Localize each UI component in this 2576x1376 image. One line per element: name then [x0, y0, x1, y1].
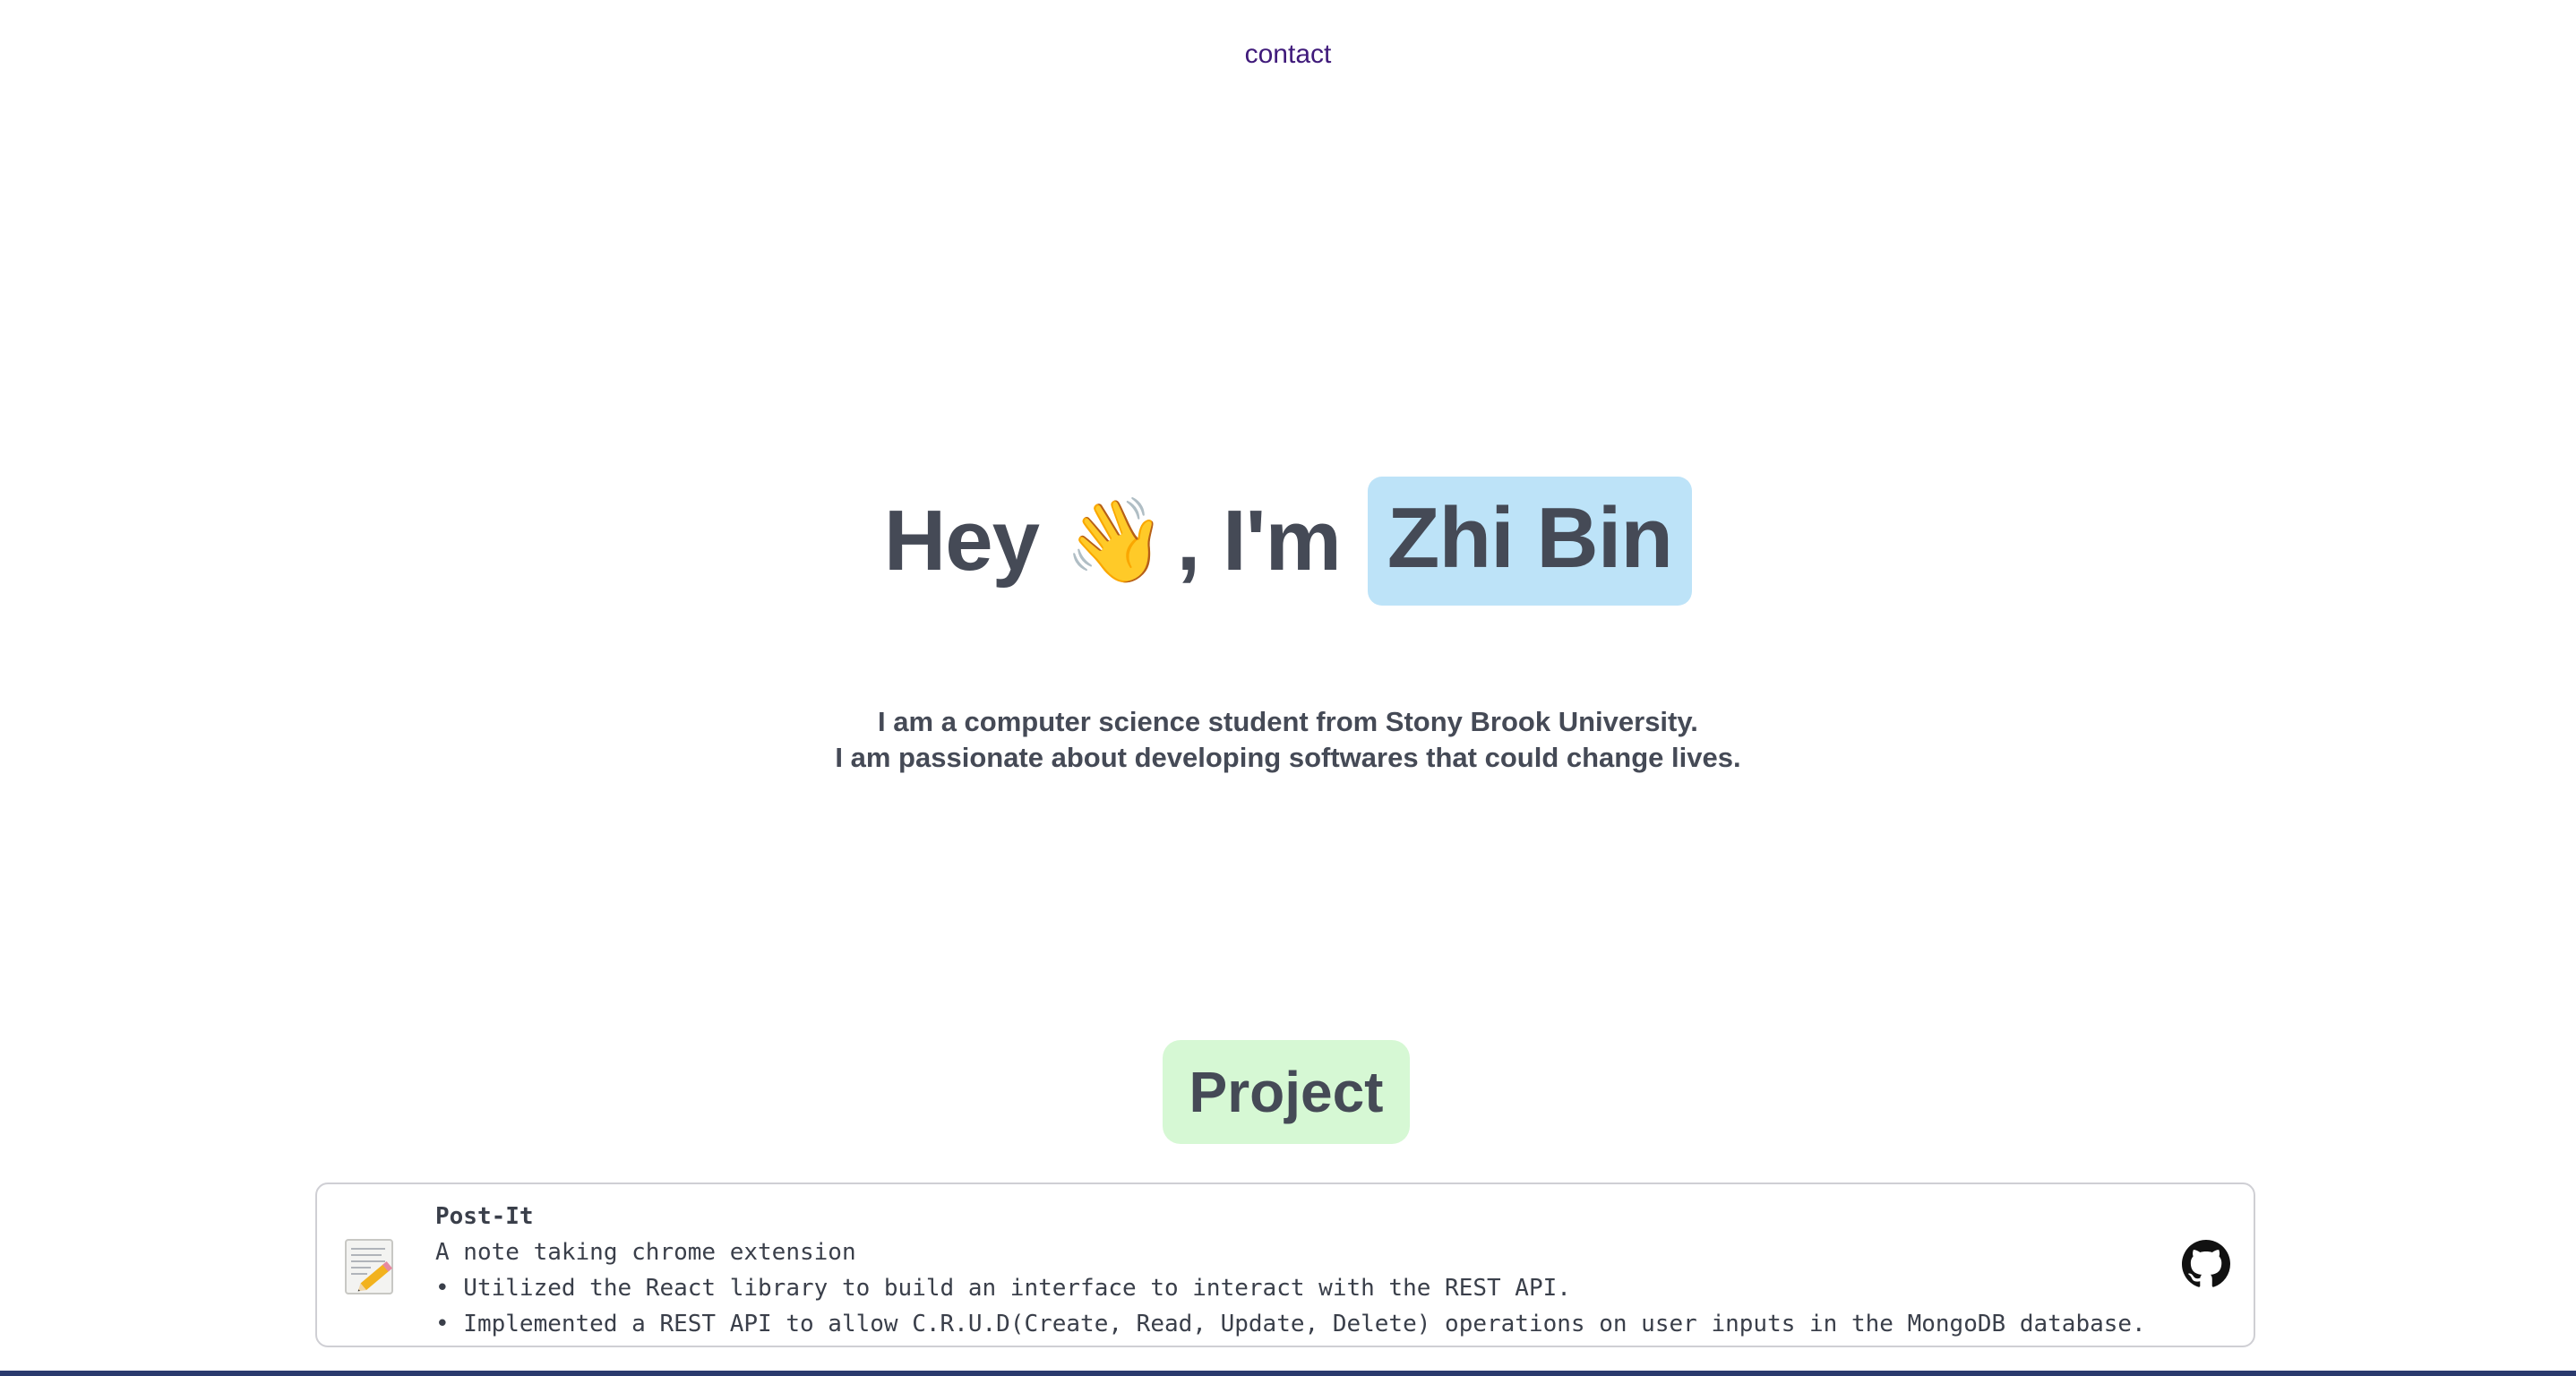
- notepad-pencil-icon: [345, 1239, 393, 1294]
- bio-line-1: I am a computer science student from Sto…: [878, 706, 1698, 737]
- contact-link[interactable]: contact: [0, 39, 2576, 70]
- hero-intro: , I'm: [1176, 493, 1342, 589]
- project-description: A note taking chrome extension: [435, 1239, 856, 1266]
- bottom-edge-bar: [0, 1371, 2576, 1376]
- hero-greeting: Hey: [883, 493, 1040, 589]
- project-card: Post-It A note taking chrome extension • U…: [315, 1182, 2255, 1347]
- waving-hand-icon: 👋: [1064, 494, 1167, 587]
- project-name: Post-It: [435, 1203, 534, 1230]
- project-bullet-1: • Utilized the React library to build an…: [435, 1275, 1571, 1302]
- portfolio-page: contact Hey 👋 , I'm Zhi Bin I am a compu…: [0, 0, 2576, 1376]
- hero-name: Zhi Bin: [1367, 477, 1693, 606]
- project-bullet-2: • Implemented a REST API to allow C.R.U.…: [435, 1311, 2146, 1337]
- project-details: Post-It A note taking chrome extension • U…: [435, 1199, 2146, 1342]
- github-icon[interactable]: [2182, 1240, 2230, 1288]
- hero-heading: Hey 👋 , I'm Zhi Bin: [0, 477, 2576, 606]
- bio-text: I am a computer science student from Sto…: [0, 704, 2576, 776]
- bio-line-2: I am passionate about developing softwar…: [835, 742, 1741, 773]
- project-section-title: Project: [1163, 1040, 1410, 1144]
